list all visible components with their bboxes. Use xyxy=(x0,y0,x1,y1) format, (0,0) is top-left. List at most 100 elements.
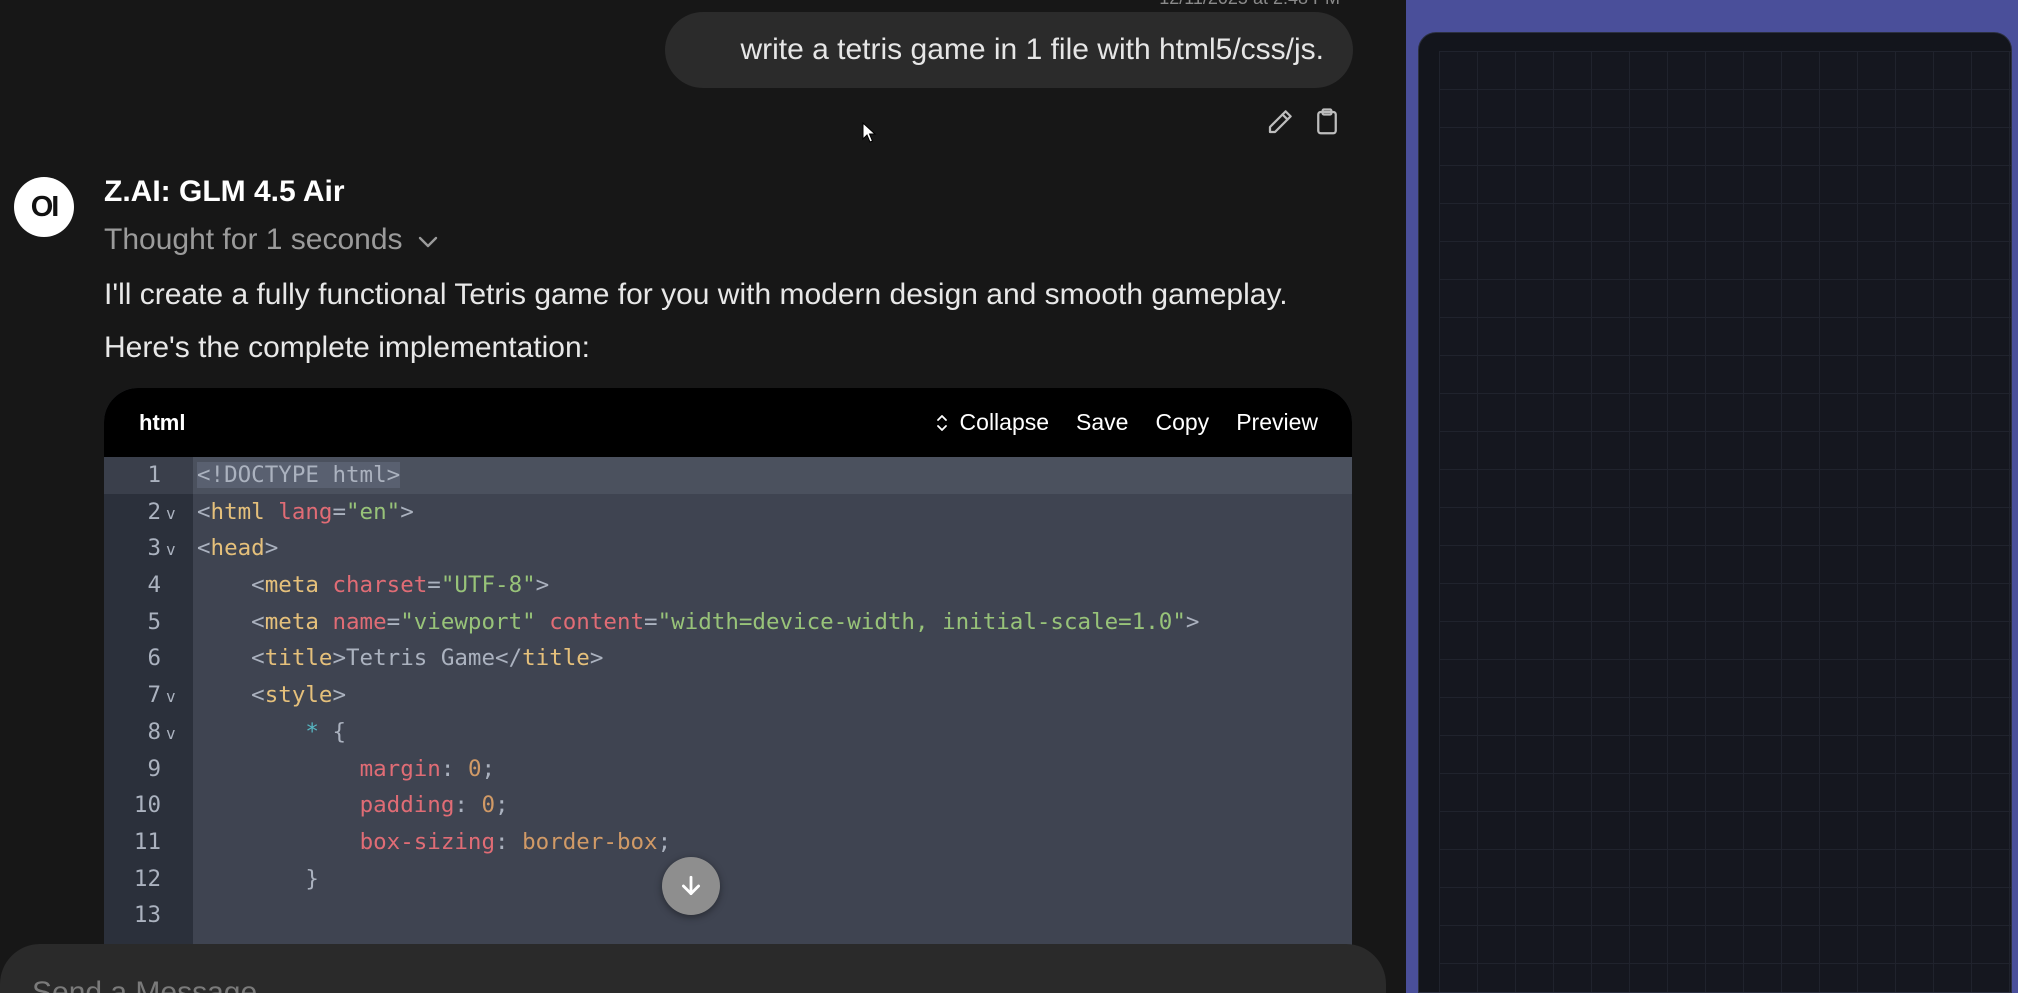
code-token: = xyxy=(332,498,347,525)
code-token: : xyxy=(440,755,468,782)
code-line: 12 } xyxy=(104,861,1352,898)
line-number: 10 xyxy=(133,792,161,819)
code-line: 9 margin: 0; xyxy=(104,751,1352,788)
message-timestamp: 12/11/2025 at 2:48 PM xyxy=(1130,0,1340,9)
code-token: : xyxy=(495,828,523,855)
code-line: 6 <title>Tetris Game</title> xyxy=(104,640,1352,677)
fold-chevron-icon[interactable]: v xyxy=(166,496,176,533)
model-name: Z.AI: GLM 4.5 Air xyxy=(104,175,345,208)
code-line: 4 <meta charset="UTF-8"> xyxy=(104,567,1352,604)
code-line: 3 v <head> xyxy=(104,530,1352,567)
code-token: } xyxy=(197,865,319,892)
line-number: 11 xyxy=(133,828,161,855)
thought-toggle[interactable]: Thought for 1 seconds xyxy=(104,223,439,257)
code-token: < xyxy=(197,535,211,562)
code-actions: Collapse Save Copy Preview xyxy=(909,409,1318,436)
copy-message-button[interactable] xyxy=(1309,104,1345,140)
fold-chevron-icon[interactable]: v xyxy=(166,679,176,716)
edit-message-button[interactable] xyxy=(1262,104,1298,140)
code-token: meta xyxy=(264,608,319,635)
code-token: margin xyxy=(359,755,441,782)
line-number: 13 xyxy=(133,902,161,929)
code-token: < xyxy=(197,682,265,709)
chevron-down-icon xyxy=(418,236,437,248)
code-token: { xyxy=(318,718,347,745)
code-text: padding: 0; xyxy=(193,787,509,824)
expand-collapse-icon xyxy=(936,414,947,431)
code-block-header: html Collapse Save Copy Preview xyxy=(104,388,1352,457)
code-language-label: html xyxy=(139,409,186,435)
code-token: "width=device-width, initial-scale=1.0" xyxy=(657,608,1186,635)
code-token: < xyxy=(197,645,265,672)
code-text: <meta name="viewport" content="width=dev… xyxy=(193,604,1199,641)
clipboard-icon xyxy=(1317,108,1337,135)
code-token: <!DOCTYPE html> xyxy=(197,462,401,488)
code-token: title xyxy=(264,645,333,672)
code-token: * xyxy=(305,718,319,745)
code-token: style xyxy=(264,682,333,709)
code-text: } xyxy=(193,861,319,898)
code-token: = xyxy=(644,608,658,635)
preview-frame[interactable] xyxy=(1418,32,2012,993)
code-token: name xyxy=(332,608,387,635)
code-token: ; xyxy=(495,792,509,819)
preview-button[interactable]: Preview xyxy=(1236,409,1318,436)
code-line: 2 v <html lang="en"> xyxy=(104,494,1352,531)
code-token: > xyxy=(332,682,347,709)
mouse-cursor-icon xyxy=(862,122,877,143)
line-number: 4 xyxy=(147,572,161,599)
model-avatar: OI xyxy=(14,177,74,237)
code-line: 11 box-sizing: border-box; xyxy=(104,824,1352,861)
line-number: 6 xyxy=(147,645,161,672)
save-button[interactable]: Save xyxy=(1076,409,1128,436)
code-editor[interactable]: 1 <!DOCTYPE html> 2 v <html lang="en"> 3 v <hea… xyxy=(104,457,1352,948)
fold-chevron-icon[interactable]: v xyxy=(166,716,176,753)
scroll-to-bottom-button[interactable] xyxy=(662,857,720,915)
code-token: 0 xyxy=(467,755,482,782)
code-token: "en" xyxy=(346,498,401,525)
code-token: "viewport" xyxy=(400,608,536,635)
message-input[interactable] xyxy=(30,974,1334,993)
line-number: 1 xyxy=(104,457,193,494)
line-number: 7 xyxy=(147,682,161,709)
code-token: charset xyxy=(332,572,428,599)
code-token: ; xyxy=(657,828,672,855)
line-number: 2 xyxy=(147,498,161,525)
code-token: < xyxy=(197,572,265,599)
code-token: > xyxy=(264,535,279,562)
code-text: margin: 0; xyxy=(193,751,495,788)
code-token: < xyxy=(197,498,211,525)
code-text: <head> xyxy=(193,530,278,567)
code-line: 5 <meta name="viewport" content="width=d… xyxy=(104,604,1352,641)
line-number: 8 xyxy=(147,718,161,745)
code-text: * { xyxy=(193,714,346,751)
code-token: meta xyxy=(264,572,319,599)
arrow-down-icon xyxy=(682,875,700,895)
line-number: 12 xyxy=(133,865,161,892)
code-token: 0 xyxy=(481,792,496,819)
fold-chevron-icon[interactable]: v xyxy=(166,532,176,569)
message-composer xyxy=(0,944,1386,993)
code-token: "UTF-8" xyxy=(440,572,536,599)
code-token: >Tetris Game</ xyxy=(332,645,523,672)
code-line: 8v * { xyxy=(104,714,1352,751)
code-token: content xyxy=(549,608,645,635)
code-token: ; xyxy=(481,755,496,782)
line-number: 9 xyxy=(147,755,161,782)
collapse-button[interactable]: Collapse xyxy=(936,409,1049,436)
code-text: <meta charset="UTF-8"> xyxy=(193,567,549,604)
code-line: 10 padding: 0; xyxy=(104,787,1352,824)
copy-button[interactable]: Copy xyxy=(1155,409,1209,436)
code-token: = xyxy=(427,572,441,599)
pencil-icon xyxy=(1268,110,1292,134)
line-number: 3 xyxy=(147,535,161,562)
code-block: html Collapse Save Copy Preview 1 <!DOCTY… xyxy=(104,388,1352,948)
tetris-grid-board xyxy=(1439,51,2011,992)
preview-panel xyxy=(1406,0,2018,993)
code-token: > xyxy=(1185,608,1200,635)
